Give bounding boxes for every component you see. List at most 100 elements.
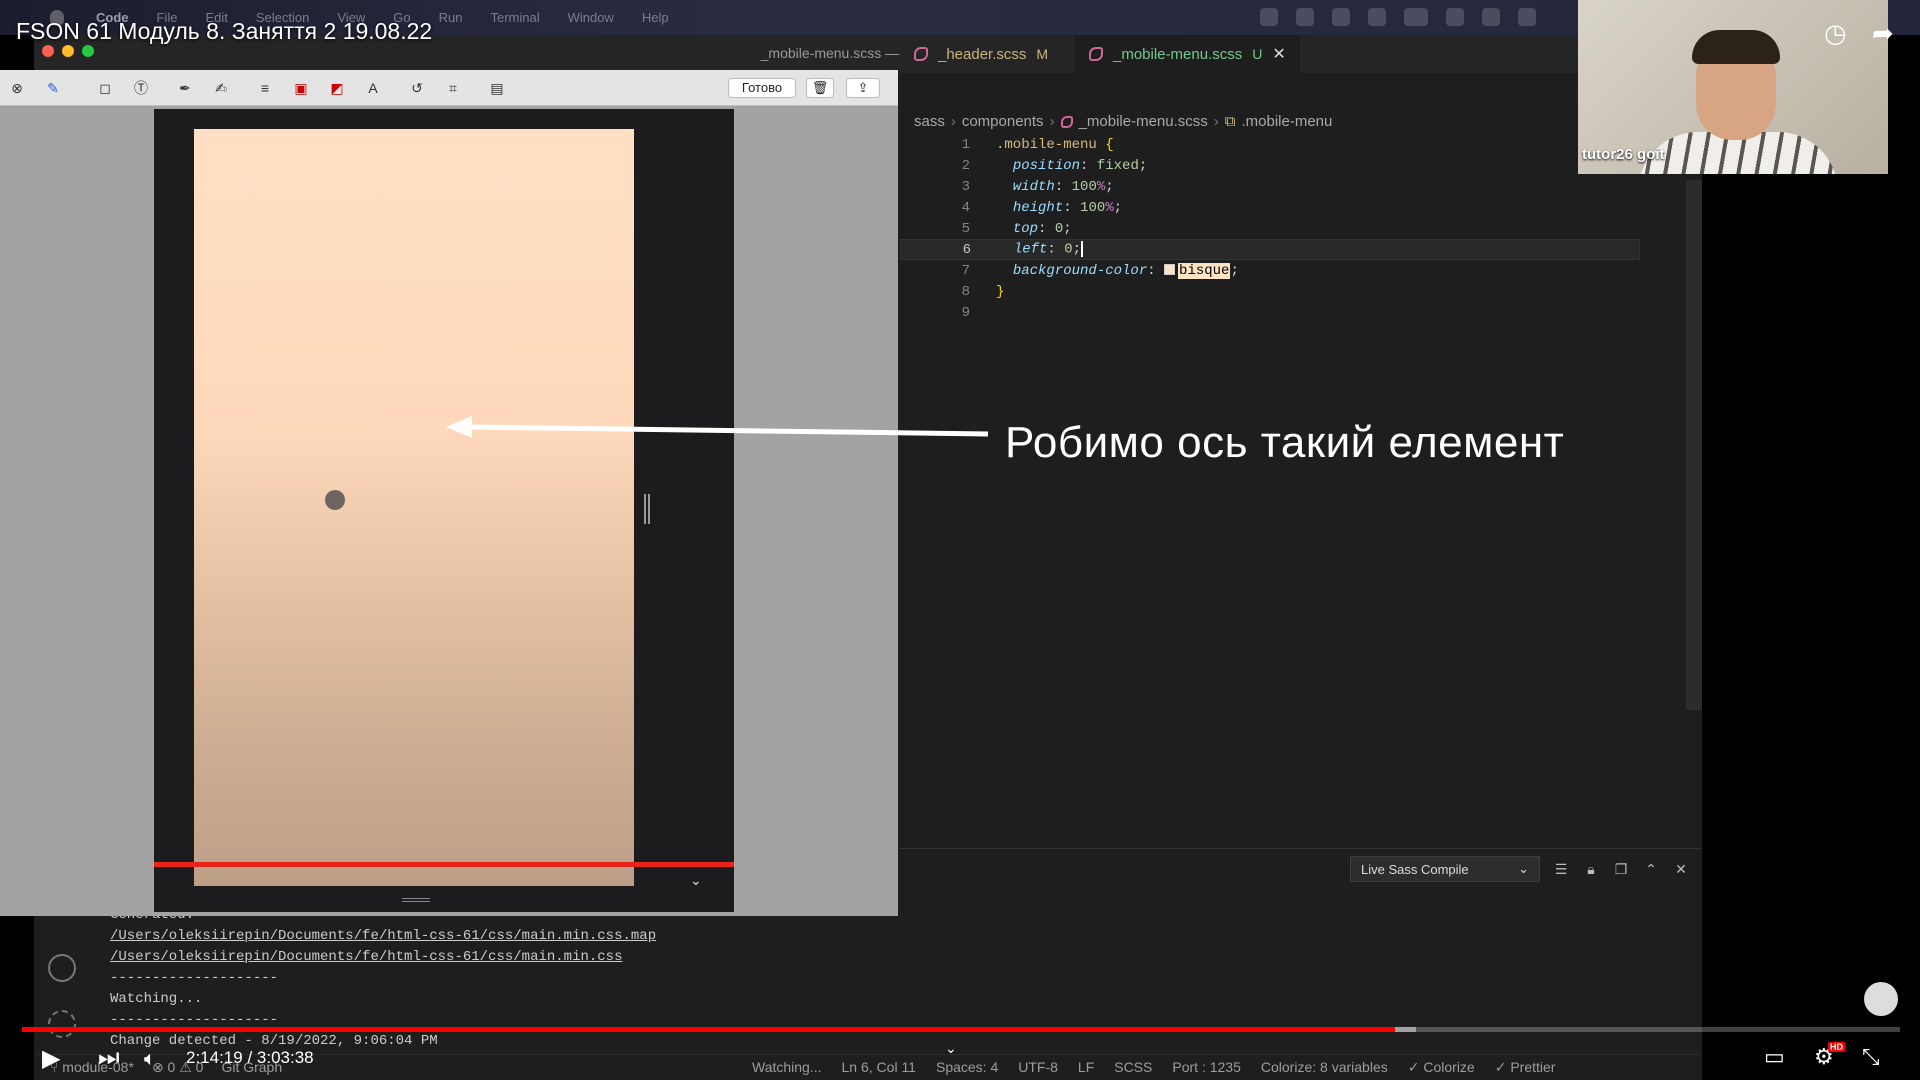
share-icon[interactable]: ⇪ — [846, 78, 880, 98]
sync-icon[interactable] — [1260, 8, 1278, 26]
value: 100 — [1080, 199, 1106, 216]
close-markup-icon[interactable]: ⊗ — [6, 79, 28, 97]
property: left — [1013, 241, 1048, 258]
menu-run[interactable]: Run — [439, 10, 463, 25]
play-icon[interactable]: ▶ — [42, 1044, 60, 1073]
border-color-icon[interactable]: ▣ — [290, 79, 312, 97]
minimize-window-icon[interactable] — [62, 45, 74, 57]
property: height — [1012, 199, 1064, 216]
done-button[interactable]: Готово — [728, 78, 796, 98]
trash-icon[interactable]: 🗑︎ — [806, 78, 834, 98]
progress-played — [22, 1027, 1395, 1032]
subtitles-icon[interactable]: ▭ — [1764, 1044, 1785, 1070]
exit-fullscreen-icon[interactable]: ⤡ — [1862, 1044, 1880, 1070]
traffic-lights — [42, 45, 94, 57]
value-highlighted: bisque — [1178, 262, 1231, 279]
resize-handle[interactable] — [644, 494, 650, 524]
keyboard-icon[interactable] — [1368, 8, 1386, 26]
highlight-icon[interactable]: ✒ — [174, 79, 196, 97]
property: position — [1012, 157, 1081, 174]
breadcrumb-sass[interactable]: sass — [914, 113, 945, 130]
crop-icon[interactable]: ⌗ — [442, 79, 464, 97]
code-line: 5 top: 0; — [900, 218, 1640, 239]
unit: % — [1105, 199, 1114, 216]
tab-header-scss[interactable]: _header.scss M — [900, 35, 1075, 73]
line-number: 4 — [961, 199, 970, 216]
sass-icon — [1089, 47, 1103, 61]
next-icon[interactable]: ⏭ — [98, 1044, 120, 1072]
chevron-down-icon[interactable]: ⌄ — [945, 1040, 957, 1057]
player-controls: ▶ ⏭ 🔈︎ 2:14:19 / 3:03:38 ⌄ ▭ ⚙ HD ⤡ — [0, 1040, 1920, 1080]
menu-window[interactable]: Window — [568, 10, 614, 25]
menu-help[interactable]: Help — [642, 10, 669, 25]
watch-later-icon[interactable]: ◷ — [1824, 18, 1847, 49]
tab-mobile-menu-scss[interactable]: _mobile-menu.scss U ✕ — [1075, 35, 1300, 73]
settings-gear-icon[interactable] — [48, 1010, 76, 1038]
signature-icon[interactable]: ✍ — [210, 79, 232, 97]
value: fixed — [1096, 157, 1139, 174]
log-link[interactable]: /Users/oleksiirepin/Documents/fe/html-cs… — [110, 928, 656, 944]
channel-badge-icon[interactable] — [1864, 982, 1898, 1016]
log-link[interactable]: /Users/oleksiirepin/Documents/fe/html-cs… — [110, 949, 622, 965]
spotlight-icon[interactable] — [1482, 8, 1500, 26]
line-style-icon[interactable]: ≡ — [254, 79, 276, 97]
annotate-icon[interactable]: ▤ — [486, 79, 508, 97]
menu-terminal[interactable]: Terminal — [491, 10, 540, 25]
breadcrumb-symbol[interactable]: .mobile-menu — [1242, 113, 1333, 130]
text-cursor — [1081, 241, 1084, 258]
line-number: 7 — [961, 262, 970, 279]
value: 100 — [1071, 178, 1097, 195]
output-channel-select[interactable]: Live Sass Compile ⌄ — [1350, 856, 1540, 882]
system-tray — [1260, 8, 1536, 26]
value: 0 — [1064, 241, 1073, 258]
symbol-icon: ⧉ — [1224, 113, 1236, 130]
filter-lines-icon[interactable]: ☰ — [1552, 861, 1570, 877]
editor-scrollbar[interactable] — [1686, 180, 1702, 710]
markup-toolbar: ⊗ ✎ ◻ Ⓣ ✒ ✍ ≡ ▣ ◩ A ↺ ⌗ ▤ Готово 🗑︎ ⇪ — [0, 70, 898, 106]
copy-icon[interactable]: ❐ — [1612, 861, 1630, 877]
drag-grip-icon[interactable] — [402, 898, 430, 902]
untracked-badge: U — [1252, 46, 1263, 62]
zoom-window-icon[interactable] — [82, 45, 94, 57]
chevron-up-icon[interactable]: ⌃ — [1642, 861, 1660, 877]
hd-badge: HD — [1828, 1042, 1845, 1052]
sass-icon — [914, 47, 928, 61]
presenter-name: tutor26 goit — [1582, 146, 1665, 163]
share-arrow-icon[interactable]: ➦ — [1872, 18, 1894, 49]
color-swatch[interactable] — [1164, 263, 1176, 275]
line-number: 3 — [961, 178, 970, 195]
modified-badge: M — [1036, 46, 1049, 62]
sketch-pen-icon[interactable]: ✎ — [42, 79, 64, 97]
fill-color-icon[interactable]: ◩ — [326, 79, 348, 97]
code-line: 2 position: fixed; — [900, 155, 1640, 176]
wifi-icon[interactable] — [1446, 8, 1464, 26]
account-icon[interactable] — [48, 954, 76, 982]
log-line: -------------------- — [110, 970, 279, 986]
text-box-icon[interactable]: Ⓣ — [130, 79, 152, 97]
network-icon[interactable] — [1332, 8, 1350, 26]
log-line: Watching... — [110, 991, 203, 1007]
close-panel-icon[interactable]: ✕ — [1672, 861, 1690, 877]
breadcrumb-components[interactable]: components — [962, 113, 1044, 130]
chevron-down-icon[interactable]: ⌄ — [690, 872, 702, 889]
control-center-icon[interactable] — [1518, 8, 1536, 26]
lock-icon[interactable]: 🔒︎ — [1582, 861, 1600, 877]
red-underline — [154, 862, 734, 867]
breadcrumb-file[interactable]: _mobile-menu.scss — [1079, 113, 1208, 130]
line-number: 8 — [961, 283, 970, 300]
close-tab-icon[interactable]: ✕ — [1272, 44, 1285, 64]
pen-icon[interactable] — [1296, 8, 1314, 26]
code-line: 9 — [900, 302, 1640, 323]
text-style-icon[interactable]: A — [362, 79, 384, 97]
rotate-icon[interactable]: ↺ — [406, 79, 428, 97]
shapes-icon[interactable]: ◻ — [94, 79, 116, 97]
close-window-icon[interactable] — [42, 45, 54, 57]
playback-time: 2:14:19 / 3:03:38 — [186, 1048, 314, 1067]
settings-icon[interactable]: ⚙ HD — [1814, 1042, 1845, 1070]
code-line: 7 background-color: bisque; — [900, 260, 1640, 281]
value: 0 — [1054, 220, 1064, 237]
presenter-hair — [1692, 30, 1780, 64]
volume-icon[interactable]: 🔈︎ — [144, 1048, 156, 1071]
battery-icon[interactable] — [1404, 8, 1428, 26]
chevron-right-icon: › — [950, 113, 956, 130]
